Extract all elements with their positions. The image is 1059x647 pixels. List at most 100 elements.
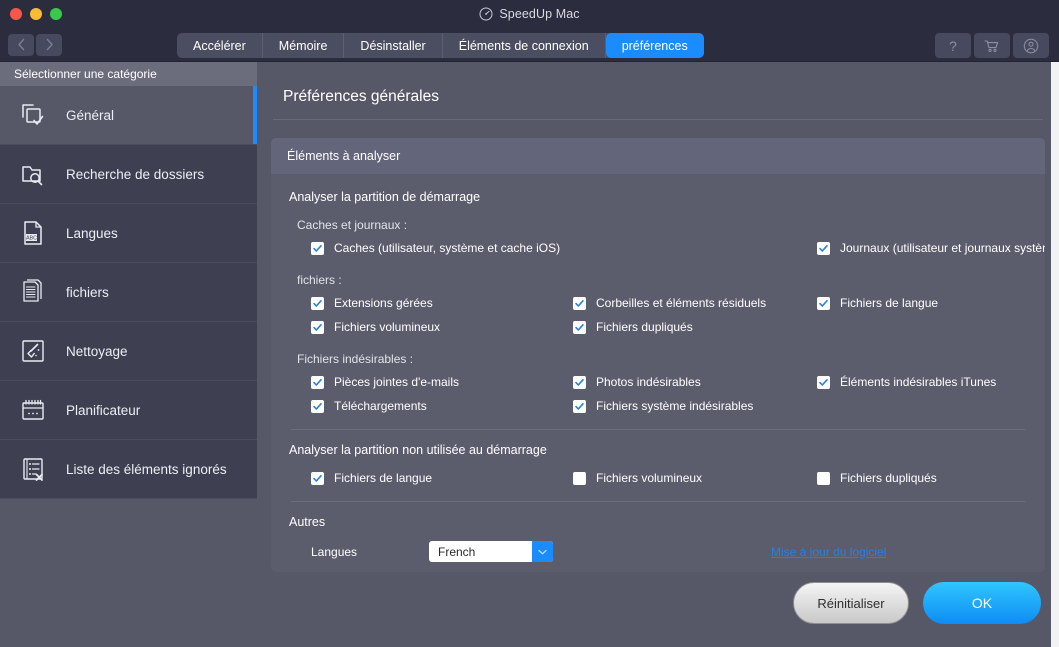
navigation-buttons <box>8 33 62 56</box>
panel-body: Analyser la partition de démarrage Cache… <box>271 174 1045 572</box>
minimize-window-button[interactable] <box>30 8 42 20</box>
sidebar-item-label: Langues <box>66 225 118 241</box>
checkbox-unchecked-icon <box>817 471 830 485</box>
sidebar-item-nettoyage[interactable]: Nettoyage <box>0 322 257 381</box>
checkbox-checked-icon <box>573 296 586 310</box>
forward-button[interactable] <box>36 33 62 56</box>
checkbox-photos-indesirables[interactable]: Photos indésirables <box>573 375 817 389</box>
window-title-group: SpeedUp Mac <box>0 0 1059 28</box>
checkbox-pieces-jointes-emails[interactable]: Pièces jointes d'e-mails <box>311 375 573 389</box>
checkbox-fichiers-de-langue-nonstartup[interactable]: Fichiers de langue <box>311 471 573 485</box>
sidebar-item-langues[interactable]: ABC Langues <box>0 204 257 263</box>
checkbox-fichiers-de-langue-startup[interactable]: Fichiers de langue <box>817 296 1027 310</box>
software-update-link[interactable]: Mise à jour du logiciel <box>771 545 886 559</box>
close-window-button[interactable] <box>10 8 22 20</box>
checkbox-label: Photos indésirables <box>596 375 701 389</box>
language-row: Langues French Mise à jour du logiciel <box>311 541 1027 562</box>
chevron-down-icon[interactable] <box>532 541 553 562</box>
nonstartup-checkbox-grid: Fichiers de langue Fichiers volumineux F… <box>311 471 1027 485</box>
checkbox-label: Fichiers système indésirables <box>596 399 754 413</box>
ok-button[interactable]: OK <box>923 582 1041 624</box>
checkbox-checked-icon <box>573 375 586 389</box>
chevron-left-icon <box>17 38 26 51</box>
sidebar-item-general[interactable]: Général <box>0 86 257 145</box>
checkbox-journaux[interactable]: Journaux (utilisateur et journaux systèm… <box>817 241 1045 255</box>
checkbox-checked-icon <box>311 296 324 310</box>
folder-search-icon <box>18 159 48 189</box>
sidebar-header: Sélectionner une catégorie <box>0 62 257 86</box>
window-body: Sélectionner une catégorie Général Reche… <box>0 62 1059 647</box>
reset-button[interactable]: Réinitialiser <box>793 582 909 624</box>
gauge-icon <box>479 7 493 21</box>
title-divider <box>273 119 1043 120</box>
sidebar-item-label: Liste des éléments ignorés <box>66 461 227 477</box>
checkbox-checked-icon <box>311 320 324 334</box>
footer-bar: Réinitialiser OK <box>257 572 1059 634</box>
sidebar-item-fichiers[interactable]: fichiers <box>0 263 257 322</box>
broom-icon <box>18 336 48 366</box>
checkbox-label: Éléments indésirables iTunes <box>840 375 997 389</box>
sidebar-item-liste-des-elements-ignores[interactable]: Liste des éléments ignorés <box>0 440 257 499</box>
nonstartup-section-title: Analyser la partition non utilisée au dé… <box>289 443 547 457</box>
checkbox-fichiers-dupliques-startup[interactable]: Fichiers dupliqués <box>573 320 817 334</box>
checkbox-checked-icon <box>817 241 830 255</box>
checkbox-label: Fichiers volumineux <box>334 320 441 334</box>
tab-elements-de-connexion[interactable]: Éléments de connexion <box>443 33 606 58</box>
sidebar-item-label: Général <box>66 107 115 123</box>
calendar-icon <box>18 395 48 425</box>
main-inner: Préférences générales Éléments à analyse… <box>257 62 1059 572</box>
main-tab-bar: Accélérer Mémoire Désinstaller Éléments … <box>177 33 704 58</box>
sidebar: Sélectionner une catégorie Général Reche… <box>0 62 257 647</box>
scan-items-panel: Éléments à analyser Analyser la partitio… <box>271 138 1045 572</box>
checkbox-checked-icon <box>311 399 324 413</box>
checkbox-extensions-gerees[interactable]: Extensions gérées <box>311 296 573 310</box>
sidebar-item-label: fichiers <box>66 284 109 300</box>
toolbar-actions: ? <box>935 33 1049 58</box>
caches-label: Caches et journaux : <box>297 218 408 232</box>
sidebar-item-label: Planificateur <box>66 402 141 418</box>
page-title: Préférences générales <box>283 88 439 105</box>
section-divider-2 <box>291 501 1025 502</box>
files-label: fichiers : <box>297 273 342 287</box>
right-edge-strip <box>1051 62 1059 647</box>
checkbox-checked-icon <box>311 471 324 485</box>
cart-button[interactable] <box>974 33 1010 58</box>
section-divider-1 <box>291 429 1025 430</box>
checkbox-label: Pièces jointes d'e-mails <box>334 375 460 389</box>
checkbox-fichiers-volumineux-nonstartup[interactable]: Fichiers volumineux <box>573 471 817 485</box>
tab-memoire[interactable]: Mémoire <box>263 33 345 58</box>
question-mark-icon: ? <box>949 37 957 54</box>
checkbox-corbeilles-elements-residuels[interactable]: Corbeilles et éléments résiduels <box>573 296 817 310</box>
checkbox-checked-icon <box>573 320 586 334</box>
sidebar-item-label: Recherche de dossiers <box>66 166 205 182</box>
language-select[interactable]: French <box>429 541 553 562</box>
back-button[interactable] <box>8 33 34 56</box>
tab-desinstaller[interactable]: Désinstaller <box>344 33 443 58</box>
sidebar-item-recherche-de-dossiers[interactable]: Recherche de dossiers <box>0 145 257 204</box>
checkbox-label: Extensions gérées <box>334 296 433 310</box>
tab-accelerer[interactable]: Accélérer <box>177 33 263 58</box>
documents-stack-icon <box>18 277 48 307</box>
zoom-window-button[interactable] <box>50 8 62 20</box>
checkbox-telechargements[interactable]: Téléchargements <box>311 399 573 413</box>
checkbox-fichiers-volumineux-startup[interactable]: Fichiers volumineux <box>311 320 573 334</box>
checkbox-checked-icon <box>817 296 830 310</box>
files-checkbox-grid: Extensions gérées Corbeilles et éléments… <box>311 296 1027 334</box>
checkbox-fichiers-systeme-indesirables[interactable]: Fichiers système indésirables <box>573 399 817 413</box>
sidebar-item-label: Nettoyage <box>66 343 128 359</box>
chevron-right-icon <box>45 38 54 51</box>
sidebar-item-planificateur[interactable]: Planificateur <box>0 381 257 440</box>
account-button[interactable] <box>1013 33 1049 58</box>
other-section-title: Autres <box>289 515 326 529</box>
help-button[interactable]: ? <box>935 33 971 58</box>
junk-label: Fichiers indésirables : <box>297 352 414 366</box>
tab-preferences[interactable]: préférences <box>605 33 704 58</box>
checkbox-label: Fichiers dupliqués <box>596 320 693 334</box>
grid-spacer <box>817 399 1027 413</box>
checkbox-caches[interactable]: Caches (utilisateur, système et cache iO… <box>311 241 817 255</box>
copy-check-icon <box>18 100 48 130</box>
checkbox-elements-indesirables-itunes[interactable]: Éléments indésirables iTunes <box>817 375 1027 389</box>
checkbox-fichiers-dupliques-nonstartup[interactable]: Fichiers dupliqués <box>817 471 1027 485</box>
checkbox-label: Journaux (utilisateur et journaux systèm… <box>840 241 1045 255</box>
checkbox-label: Caches (utilisateur, système et cache iO… <box>334 241 561 255</box>
